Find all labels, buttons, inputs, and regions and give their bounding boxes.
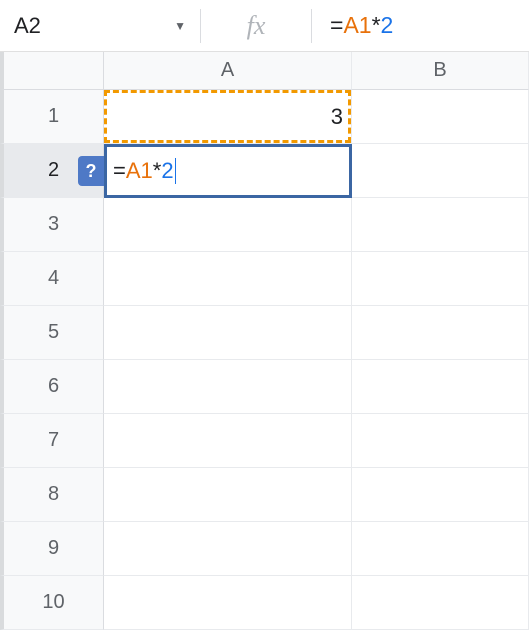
cell-b1[interactable] [352, 90, 529, 144]
fx-icon: fx [201, 11, 311, 41]
table-row [104, 468, 529, 522]
column-header-b[interactable]: B [352, 52, 529, 90]
select-all-corner[interactable] [0, 52, 104, 90]
active-cell-editor[interactable]: ? =A1*2 [104, 144, 352, 198]
formula-bar: A2 ▼ fx =A1*2 [0, 0, 529, 52]
cell-a4[interactable] [104, 252, 352, 306]
row-header-3[interactable]: 3 [0, 198, 104, 252]
cell-b7[interactable] [352, 414, 529, 468]
table-row [104, 360, 529, 414]
editor-token-eq: = [113, 158, 126, 184]
cell-value: 3 [331, 104, 343, 130]
cell-a9[interactable] [104, 522, 352, 576]
table-row [104, 252, 529, 306]
row-header-10[interactable]: 10 [0, 576, 104, 630]
editor-token-op: * [153, 158, 162, 184]
dropdown-icon[interactable]: ▼ [174, 19, 186, 33]
table-row [104, 306, 529, 360]
formula-token-op: * [372, 12, 381, 39]
cell-a6[interactable] [104, 360, 352, 414]
table-row [104, 576, 529, 630]
cell-b6[interactable] [352, 360, 529, 414]
row-header-4[interactable]: 4 [0, 252, 104, 306]
cell-b8[interactable] [352, 468, 529, 522]
cell-b9[interactable] [352, 522, 529, 576]
table-row: 3 [104, 90, 529, 144]
cell-a8[interactable] [104, 468, 352, 522]
cell-editor-input[interactable]: =A1*2 [104, 144, 352, 198]
cell-a5[interactable] [104, 306, 352, 360]
row-header-1[interactable]: 1 [0, 90, 104, 144]
editor-token-num: 2 [161, 158, 173, 184]
formula-help-icon[interactable]: ? [78, 156, 104, 186]
row-header-9[interactable]: 9 [0, 522, 104, 576]
column-header-a[interactable]: A [104, 52, 352, 90]
formula-token-num: 2 [381, 12, 394, 39]
table-row [104, 522, 529, 576]
formula-token-ref: A1 [343, 12, 371, 39]
row-header-8[interactable]: 8 [0, 468, 104, 522]
reference-highlight [104, 90, 351, 143]
formula-input[interactable]: =A1*2 [312, 12, 393, 39]
editor-token-ref: A1 [126, 158, 153, 184]
cell-b10[interactable] [352, 576, 529, 630]
text-caret [175, 158, 177, 184]
formula-token-eq: = [330, 12, 343, 39]
cell-b2[interactable] [352, 144, 529, 198]
cell-b3[interactable] [352, 198, 529, 252]
name-box-value: A2 [14, 13, 41, 39]
table-row [104, 414, 529, 468]
cell-b5[interactable] [352, 306, 529, 360]
cell-a10[interactable] [104, 576, 352, 630]
cell-a1[interactable]: 3 [104, 90, 352, 144]
table-row [104, 198, 529, 252]
column-headers: A B [104, 52, 529, 90]
row-header-7[interactable]: 7 [0, 414, 104, 468]
row-header-5[interactable]: 5 [0, 306, 104, 360]
cell-a7[interactable] [104, 414, 352, 468]
row-header-6[interactable]: 6 [0, 360, 104, 414]
name-box[interactable]: A2 ▼ [0, 0, 200, 51]
cell-a3[interactable] [104, 198, 352, 252]
cell-b4[interactable] [352, 252, 529, 306]
